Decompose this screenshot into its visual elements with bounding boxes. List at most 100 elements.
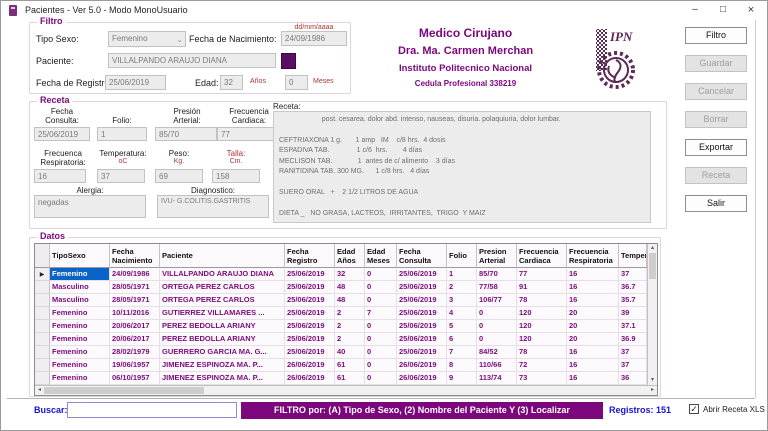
table-cell[interactable]: 37	[619, 268, 647, 281]
column-header[interactable]: Frecuencia Respiratoria	[567, 244, 619, 268]
row-header[interactable]	[35, 281, 50, 294]
table-cell[interactable]: Femenino	[50, 307, 110, 320]
table-cell[interactable]: 37.1	[619, 320, 647, 333]
table-cell[interactable]: 78	[517, 346, 567, 359]
table-cell[interactable]: VILLALPANDO ARAUJO DIANA	[160, 268, 285, 281]
column-header[interactable]: Fecha Nacimiento	[110, 244, 160, 268]
column-header[interactable]: Fecha Consulta	[397, 244, 447, 268]
column-header[interactable]: Folio	[447, 244, 477, 268]
table-cell[interactable]: 78	[517, 294, 567, 307]
table-cell[interactable]: 25/06/2019	[285, 281, 335, 294]
fecha-nacimiento-field[interactable]: 24/09/1986	[281, 31, 347, 46]
table-cell[interactable]: 24/09/1986	[110, 268, 160, 281]
paciente-field[interactable]: VILLALPANDO ARAUJO DIANA	[108, 53, 276, 68]
table-cell[interactable]: ORTEGA PEREZ CARLOS	[160, 294, 285, 307]
column-header[interactable]: Paciente	[160, 244, 285, 268]
table-cell[interactable]: 0	[477, 333, 517, 346]
table-cell[interactable]: 0	[477, 307, 517, 320]
row-header[interactable]	[35, 333, 50, 346]
column-header[interactable]: Temperatura	[619, 244, 647, 268]
temperatura-field[interactable]: 37	[97, 169, 145, 183]
table-cell[interactable]: Masculino	[50, 294, 110, 307]
table-cell[interactable]: 19/06/1957	[110, 359, 160, 372]
maximize-button[interactable]: □	[709, 1, 737, 19]
column-header[interactable]: Edad Meses	[365, 244, 397, 268]
table-cell[interactable]: 36.7	[619, 281, 647, 294]
table-cell[interactable]: 16	[567, 372, 619, 385]
table-cell[interactable]: 26/06/2019	[285, 359, 335, 372]
table-cell[interactable]: 36.9	[619, 333, 647, 346]
table-cell[interactable]: 35.7	[619, 294, 647, 307]
table-cell[interactable]: 120	[517, 320, 567, 333]
table-cell[interactable]: Femenino	[50, 320, 110, 333]
table-cell[interactable]: 120	[517, 333, 567, 346]
table-cell[interactable]: 25/06/2019	[285, 333, 335, 346]
table-cell[interactable]: 73	[517, 372, 567, 385]
frecuencia-cardiaca-field[interactable]: 77	[217, 127, 279, 141]
table-cell[interactable]: 25/06/2019	[397, 320, 447, 333]
tipo-sexo-combobox[interactable]: Femenino ⌄	[108, 31, 186, 47]
table-cell[interactable]: 16	[567, 268, 619, 281]
table-cell[interactable]: 16	[567, 359, 619, 372]
button-salir[interactable]: Salir	[685, 195, 747, 212]
table-cell[interactable]: 39	[619, 307, 647, 320]
column-header[interactable]: Presion Arterial	[477, 244, 517, 268]
table-cell[interactable]: 0	[365, 320, 397, 333]
table-cell[interactable]: 28/05/1971	[110, 294, 160, 307]
table-cell[interactable]: 25/06/2019	[397, 333, 447, 346]
table-cell[interactable]: Femenino	[50, 359, 110, 372]
table-cell[interactable]: 20	[567, 307, 619, 320]
vertical-scrollbar-thumb[interactable]	[649, 253, 656, 279]
table-cell[interactable]: 25/06/2019	[285, 268, 335, 281]
table-cell[interactable]: GUERRERO GARCIA MA. G...	[160, 346, 285, 359]
table-cell[interactable]: 6	[447, 333, 477, 346]
table-cell[interactable]: 0	[365, 372, 397, 385]
grid-vertical-scrollbar[interactable]: ▴ ▾	[647, 244, 657, 385]
table-cell[interactable]: 110/66	[477, 359, 517, 372]
table-cell[interactable]: 106/77	[477, 294, 517, 307]
table-cell[interactable]: 113/74	[477, 372, 517, 385]
table-cell[interactable]: Masculino	[50, 281, 110, 294]
table-cell[interactable]: 25/06/2019	[285, 307, 335, 320]
scroll-right-icon[interactable]: ▸	[648, 386, 657, 395]
table-cell[interactable]: 16	[567, 346, 619, 359]
table-cell[interactable]: 61	[335, 359, 365, 372]
row-header-column[interactable]	[35, 244, 50, 268]
table-cell[interactable]: JIMENEZ ESPINOZA MA. P...	[160, 372, 285, 385]
close-button[interactable]: ×	[737, 1, 765, 19]
table-cell[interactable]: 25/06/2019	[285, 320, 335, 333]
table-cell[interactable]: 77/58	[477, 281, 517, 294]
fecha-consulta-field[interactable]: 25/06/2019	[34, 127, 90, 141]
column-header[interactable]: Frecuencia Cardiaca	[517, 244, 567, 268]
table-cell[interactable]: 3	[447, 294, 477, 307]
edad-meses-field[interactable]: 0	[285, 75, 308, 90]
peso-field[interactable]: 69	[155, 169, 203, 183]
table-cell[interactable]: 2	[447, 281, 477, 294]
abrir-receta-checkbox[interactable]: ✓ Abrir Receta XLS	[689, 404, 765, 414]
diagnostico-field[interactable]: IVU- G.COLITIS.GASTRITIS	[157, 195, 269, 218]
row-header[interactable]	[35, 294, 50, 307]
table-cell[interactable]: 20/06/2017	[110, 333, 160, 346]
table-cell[interactable]: 37	[619, 346, 647, 359]
folio-field[interactable]: 1	[97, 127, 147, 141]
table-cell[interactable]: PEREZ BEDOLLA ARIANY	[160, 333, 285, 346]
table-cell[interactable]: 9	[447, 372, 477, 385]
grid-horizontal-scrollbar[interactable]: ◂ ▸	[35, 385, 657, 395]
table-cell[interactable]: 20/06/2017	[110, 320, 160, 333]
table-cell[interactable]: 26/06/2019	[397, 359, 447, 372]
table-cell[interactable]: GUTIERREZ VILLAMARES ...	[160, 307, 285, 320]
table-cell[interactable]: 16	[567, 294, 619, 307]
table-cell[interactable]: 0	[365, 281, 397, 294]
scroll-left-icon[interactable]: ◂	[35, 386, 44, 395]
table-cell[interactable]: 8	[447, 359, 477, 372]
table-cell[interactable]: 1	[447, 268, 477, 281]
table-cell[interactable]: 61	[335, 372, 365, 385]
table-cell[interactable]: 26/06/2019	[397, 372, 447, 385]
table-cell[interactable]: 20	[567, 320, 619, 333]
table-cell[interactable]: Femenino	[50, 372, 110, 385]
table-cell[interactable]: 2	[335, 333, 365, 346]
table-cell[interactable]: 26/06/2019	[285, 372, 335, 385]
table-cell[interactable]: 28/02/1979	[110, 346, 160, 359]
table-cell[interactable]: 16	[567, 281, 619, 294]
table-cell[interactable]: 2	[335, 307, 365, 320]
